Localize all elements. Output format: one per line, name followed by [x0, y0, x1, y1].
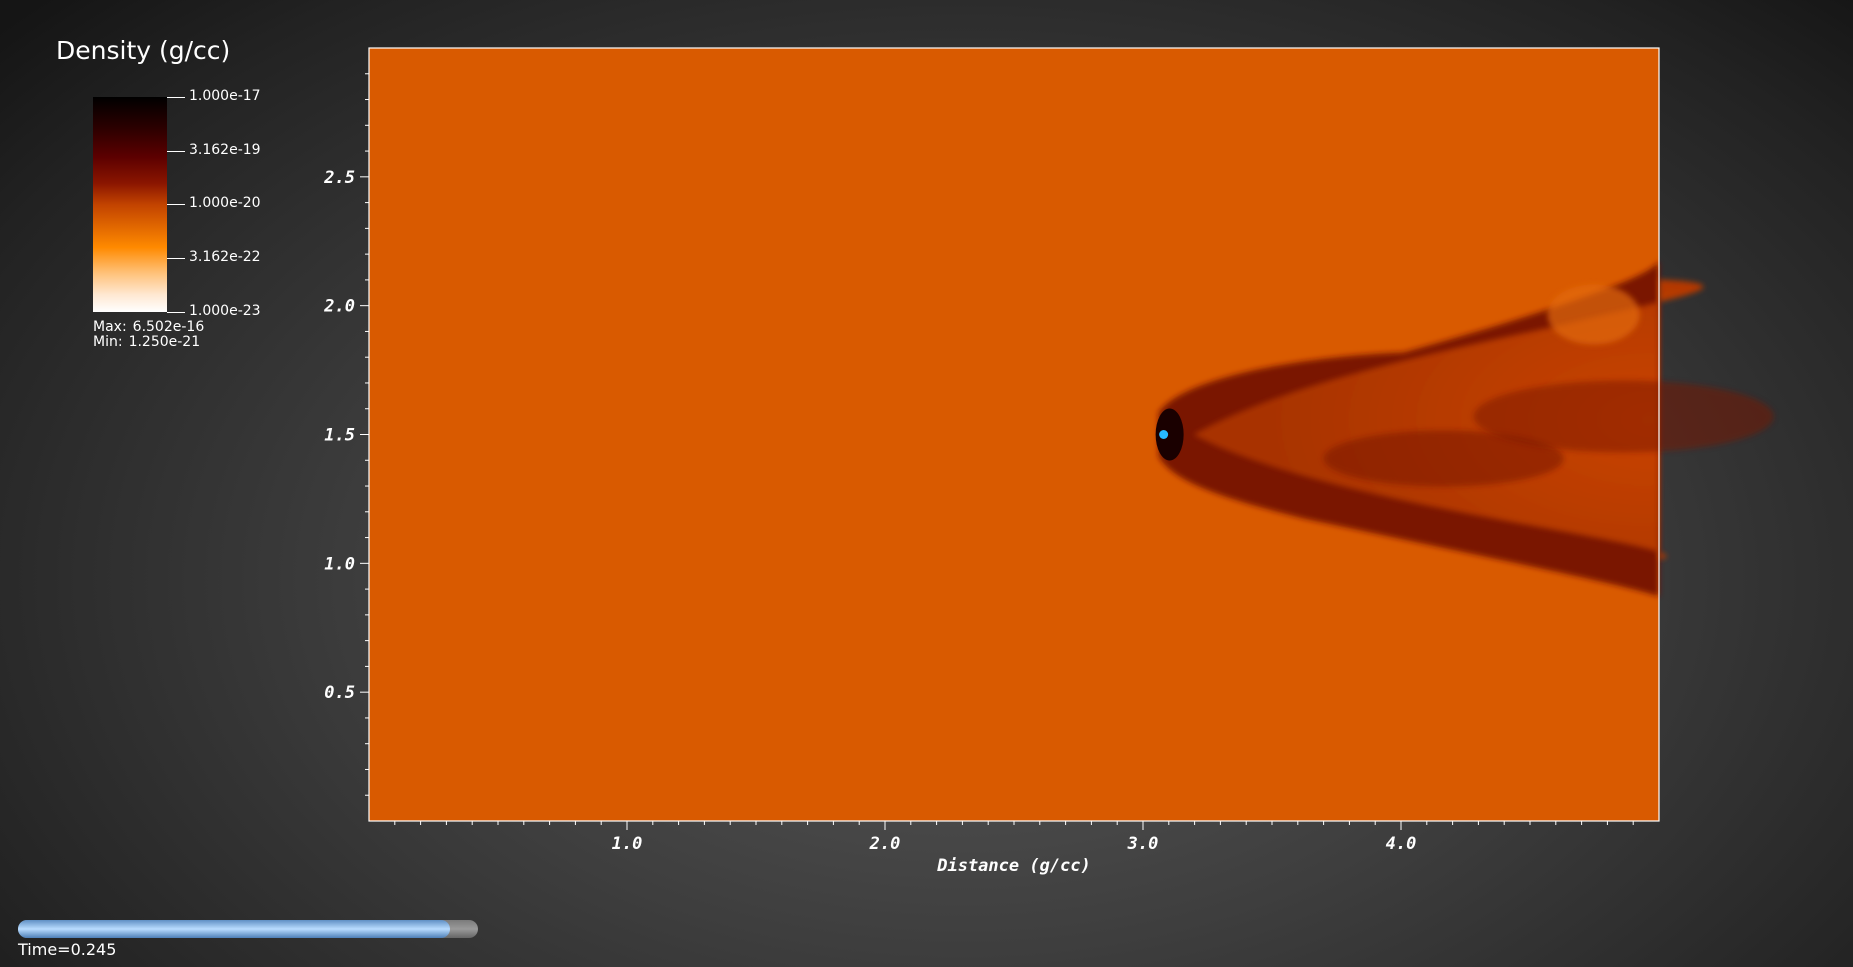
y-tick-label: 2.5: [323, 168, 355, 188]
y-tick-label: 0.5: [324, 683, 355, 703]
x-tick-label: 1.0: [612, 834, 643, 854]
x-tick-label: 3.0: [1127, 834, 1159, 854]
time-label: Time=0.245: [18, 940, 117, 959]
time-slider-fill: [18, 920, 451, 938]
source-star-icon: [1159, 430, 1169, 439]
x-tick-label: 4.0: [1386, 834, 1417, 854]
density-plot: 1.0 2.0 3.0 4.0 0.5 1.0 1.5 2.0 2.5 Distance (g/c…: [323, 47, 1774, 876]
y-tick-label: 1.5: [324, 426, 355, 446]
wake-filament: [1473, 380, 1774, 453]
y-tick-label: 2.0: [323, 297, 355, 317]
x-axis-label: Distance (g/cc): [936, 856, 1091, 876]
x-tick-label: 2.0: [869, 834, 901, 854]
plot-area: [369, 48, 1774, 821]
wake-bright-knot: [1547, 284, 1640, 345]
time-slider[interactable]: [18, 920, 478, 938]
y-tick-label: 1.0: [324, 554, 355, 574]
